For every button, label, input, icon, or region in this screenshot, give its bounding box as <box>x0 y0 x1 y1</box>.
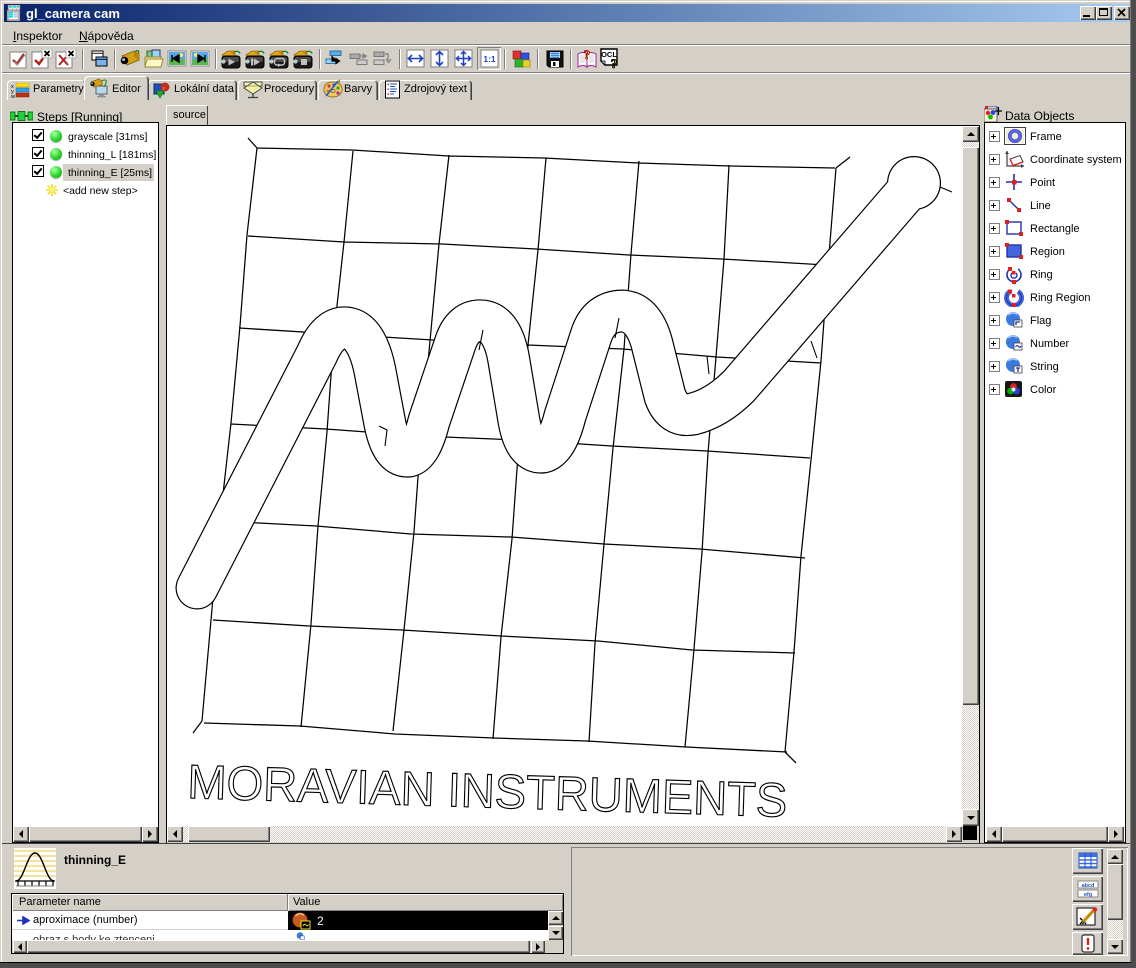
svg-text:1:1: 1:1 <box>483 54 496 64</box>
svg-text:?: ? <box>584 48 591 62</box>
svg-text:?: ? <box>611 56 618 70</box>
svg-text:efg: efg <box>1083 892 1091 898</box>
svg-text:MORAVIAN INSTRUMENTS: MORAVIAN INSTRUMENTS <box>187 756 788 826</box>
svg-text:abcd: abcd <box>1081 883 1094 889</box>
svg-text:w: w <box>11 94 15 98</box>
